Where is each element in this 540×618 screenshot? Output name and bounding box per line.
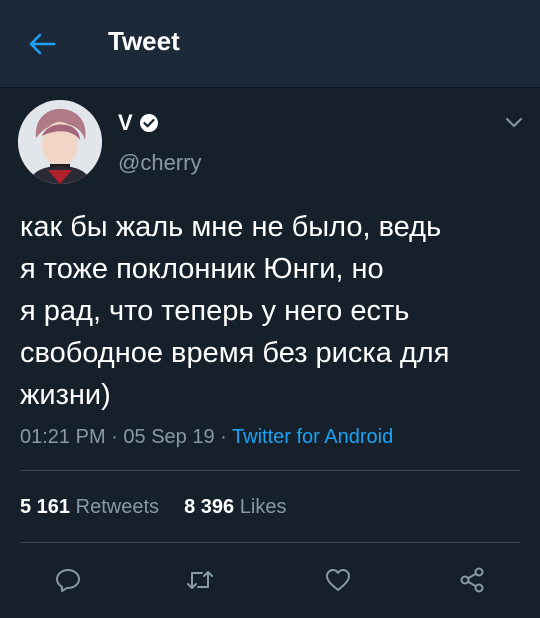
page-title: Tweet [108,26,180,56]
author-handle[interactable]: @cherry [118,150,201,176]
author-row: V [118,110,159,136]
tweet-meta: 01:21 PM · 05 Sep 19 · Twitter for Andro… [20,426,393,449]
tweet-text-line: я рад, что теперь у него есть [20,295,410,327]
verified-badge-icon [139,114,158,132]
likes-count: 8 396 [184,496,235,518]
share-icon [460,567,484,593]
tweet-text-line: жизни) [20,379,111,411]
meta-separator: · [105,426,124,448]
divider [20,470,520,471]
retweets-count: 5 161 [20,496,71,518]
tweet-date: 05 Sep 19 [123,426,215,448]
author-name[interactable]: V [118,110,133,136]
tweet-text-line: как бы жаль мне не было, ведь [20,211,442,243]
arrow-left-icon [29,33,56,55]
share-button[interactable] [452,560,492,600]
retweet-icon [187,571,213,589]
divider [20,542,520,543]
reply-icon [56,569,80,592]
tweet-stats: 5 161 Retweets 8 396 Likes [20,496,286,519]
chevron-down-icon [506,118,522,127]
retweet-button[interactable] [180,560,220,600]
tweet-time: 01:21 PM [20,426,106,448]
tweet-actions [0,560,540,600]
tweet-menu-button[interactable] [500,112,528,132]
like-icon [326,569,350,591]
retweets-label: Retweets [75,496,159,518]
likes-label: Likes [239,496,287,518]
reply-button[interactable] [48,560,88,600]
tweet-source-link[interactable]: Twitter for Android [232,426,393,448]
tweet-text-line: я тоже поклонник Юнги, но [20,253,384,285]
like-button[interactable] [318,560,358,600]
avatar[interactable] [18,100,102,184]
likes-stat[interactable]: 8 396 Likes [184,496,286,518]
tweet-text-line: свободное время без риска для [20,337,450,369]
meta-separator: · [214,426,233,448]
avatar-image [18,100,102,184]
back-button[interactable] [22,24,62,64]
retweets-stat[interactable]: 5 161 Retweets [20,496,165,518]
tweet-text: как бы жаль мне не было, ведь я тоже пок… [20,206,525,416]
top-bar: Tweet [0,0,540,88]
